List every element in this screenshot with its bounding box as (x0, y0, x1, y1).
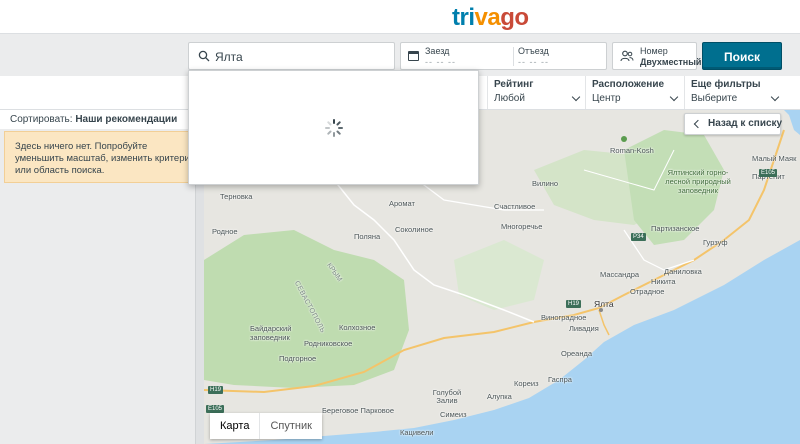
map-label-oreanda: Ореанда (561, 349, 593, 358)
chevron-down-icon (571, 92, 581, 102)
map-label-nikita: Никита (651, 277, 676, 286)
map-label-rodnoe: Родное (212, 227, 238, 236)
map-label-ternovka: Терновка (220, 192, 253, 201)
checkin-value: -- -- -- (425, 57, 456, 67)
filter-location[interactable]: Расположение Центр (585, 76, 681, 109)
filter-location-value: Центр (592, 93, 621, 104)
map-label-yalta: Ялта (594, 299, 614, 309)
map-label-rodnikovskoe: Родниковское (304, 339, 353, 348)
room-label: Номер (640, 46, 668, 56)
calendar-icon (408, 51, 419, 61)
room-icon (620, 50, 634, 62)
map-label-preserve: Ялтинский горно-лесной природный заповед… (665, 168, 731, 195)
filter-more-title: Еще фильтры (691, 79, 761, 90)
map-label-baydar: Байдарский заповедник (250, 324, 292, 342)
checkin-label: Заезд (425, 46, 450, 56)
map-label-otradnoe: Отрадное (630, 287, 665, 296)
map-label-simeiz: Симеиз (440, 410, 467, 419)
filter-more-value: Выберите (691, 93, 738, 104)
chevron-down-icon (770, 92, 780, 102)
map-label-gurzuf: Гурзуф (703, 238, 728, 247)
trivago-logo[interactable]: trivago (452, 4, 529, 32)
sort-selector[interactable]: Сортировать: Наши рекомендации (0, 110, 204, 129)
road-badge-h19-west: H19 (208, 386, 224, 394)
date-picker[interactable]: Заезд -- -- -- Отъезд -- -- -- (400, 42, 607, 70)
map-type-toggle: Карта Спутник (210, 413, 322, 439)
map-label-livadia: Ливадия (569, 324, 599, 333)
sort-value: Наши рекомендации (75, 114, 178, 125)
suggestions-dropdown (188, 70, 479, 185)
search-button[interactable]: Поиск (702, 42, 782, 70)
road-badge-h19: H19 (566, 300, 582, 308)
sort-prefix: Сортировать: (10, 114, 73, 125)
checkout-label: Отъезд (518, 46, 549, 56)
checkout-value: -- -- -- (518, 57, 549, 67)
destination-input[interactable]: Ялта (188, 42, 395, 70)
map-label-gaspra: Гаспра (548, 375, 572, 384)
map-label-vinogradnoe: Виноградное (541, 313, 587, 322)
map-label-schastlivoe: Счастливое (494, 202, 536, 211)
back-to-list-label: Назад к списку (708, 118, 783, 129)
filter-rating-title: Рейтинг (494, 79, 534, 90)
map-label-maly-mayak: Малый Маяк (752, 154, 797, 163)
map-label-koreiz: Кореиз (514, 379, 539, 388)
map-label-aromat: Аромат (389, 199, 415, 208)
map-label-mnogorechie: Многоречье (501, 222, 543, 231)
search-icon (198, 50, 210, 62)
map-label-danilovka: Даниловка (664, 267, 702, 276)
map-label-beregovoe: Береговое Парковое (322, 406, 395, 415)
empty-results-message: Здесь ничего нет. Попробуйте уменьшить м… (4, 131, 198, 183)
back-to-list-button[interactable]: Назад к списку (684, 113, 783, 135)
road-badge-e105-west: E105 (206, 405, 225, 413)
map-type-satellite-button[interactable]: Спутник (260, 413, 321, 439)
chevron-left-icon (693, 119, 703, 129)
map-label-partizanskoe: Партизанское (651, 224, 700, 233)
map-label-kolhoznoe: Колхозное (339, 323, 376, 332)
map-label-golubaya: Голубой Залив (432, 388, 462, 405)
room-value: Двухместный (640, 57, 702, 67)
map-label-vilino: Вилино (532, 179, 559, 188)
filter-rating[interactable]: Рейтинг Любой (487, 76, 583, 109)
road-badge-e105: E105 (759, 169, 778, 177)
filter-location-title: Расположение (592, 79, 665, 90)
map-label-alupka: Алупка (487, 392, 512, 401)
top-header: trivago (0, 0, 800, 34)
map-label-sokolinoe: Соколиное (395, 225, 434, 234)
loading-spinner-icon (325, 119, 343, 137)
room-selector[interactable]: Номер Двухместный (612, 42, 701, 70)
map-label-podgornoe: Подгорное (279, 354, 317, 363)
chevron-down-icon (669, 92, 679, 102)
date-divider (513, 47, 514, 66)
filter-more[interactable]: Еще фильтры Выберите (684, 76, 782, 109)
map-label-katsiveli: Кацивели (400, 428, 434, 437)
map-label-polyana: Поляна (354, 232, 381, 241)
road-badge-p34: P34 (631, 233, 646, 241)
filter-rating-value: Любой (494, 93, 525, 104)
map-label-massandra: Массандра (600, 270, 640, 279)
map-type-map-button[interactable]: Карта (210, 413, 261, 439)
map-label-roman-kosh: Roman-Kosh (610, 146, 654, 155)
destination-value: Ялта (215, 50, 243, 64)
